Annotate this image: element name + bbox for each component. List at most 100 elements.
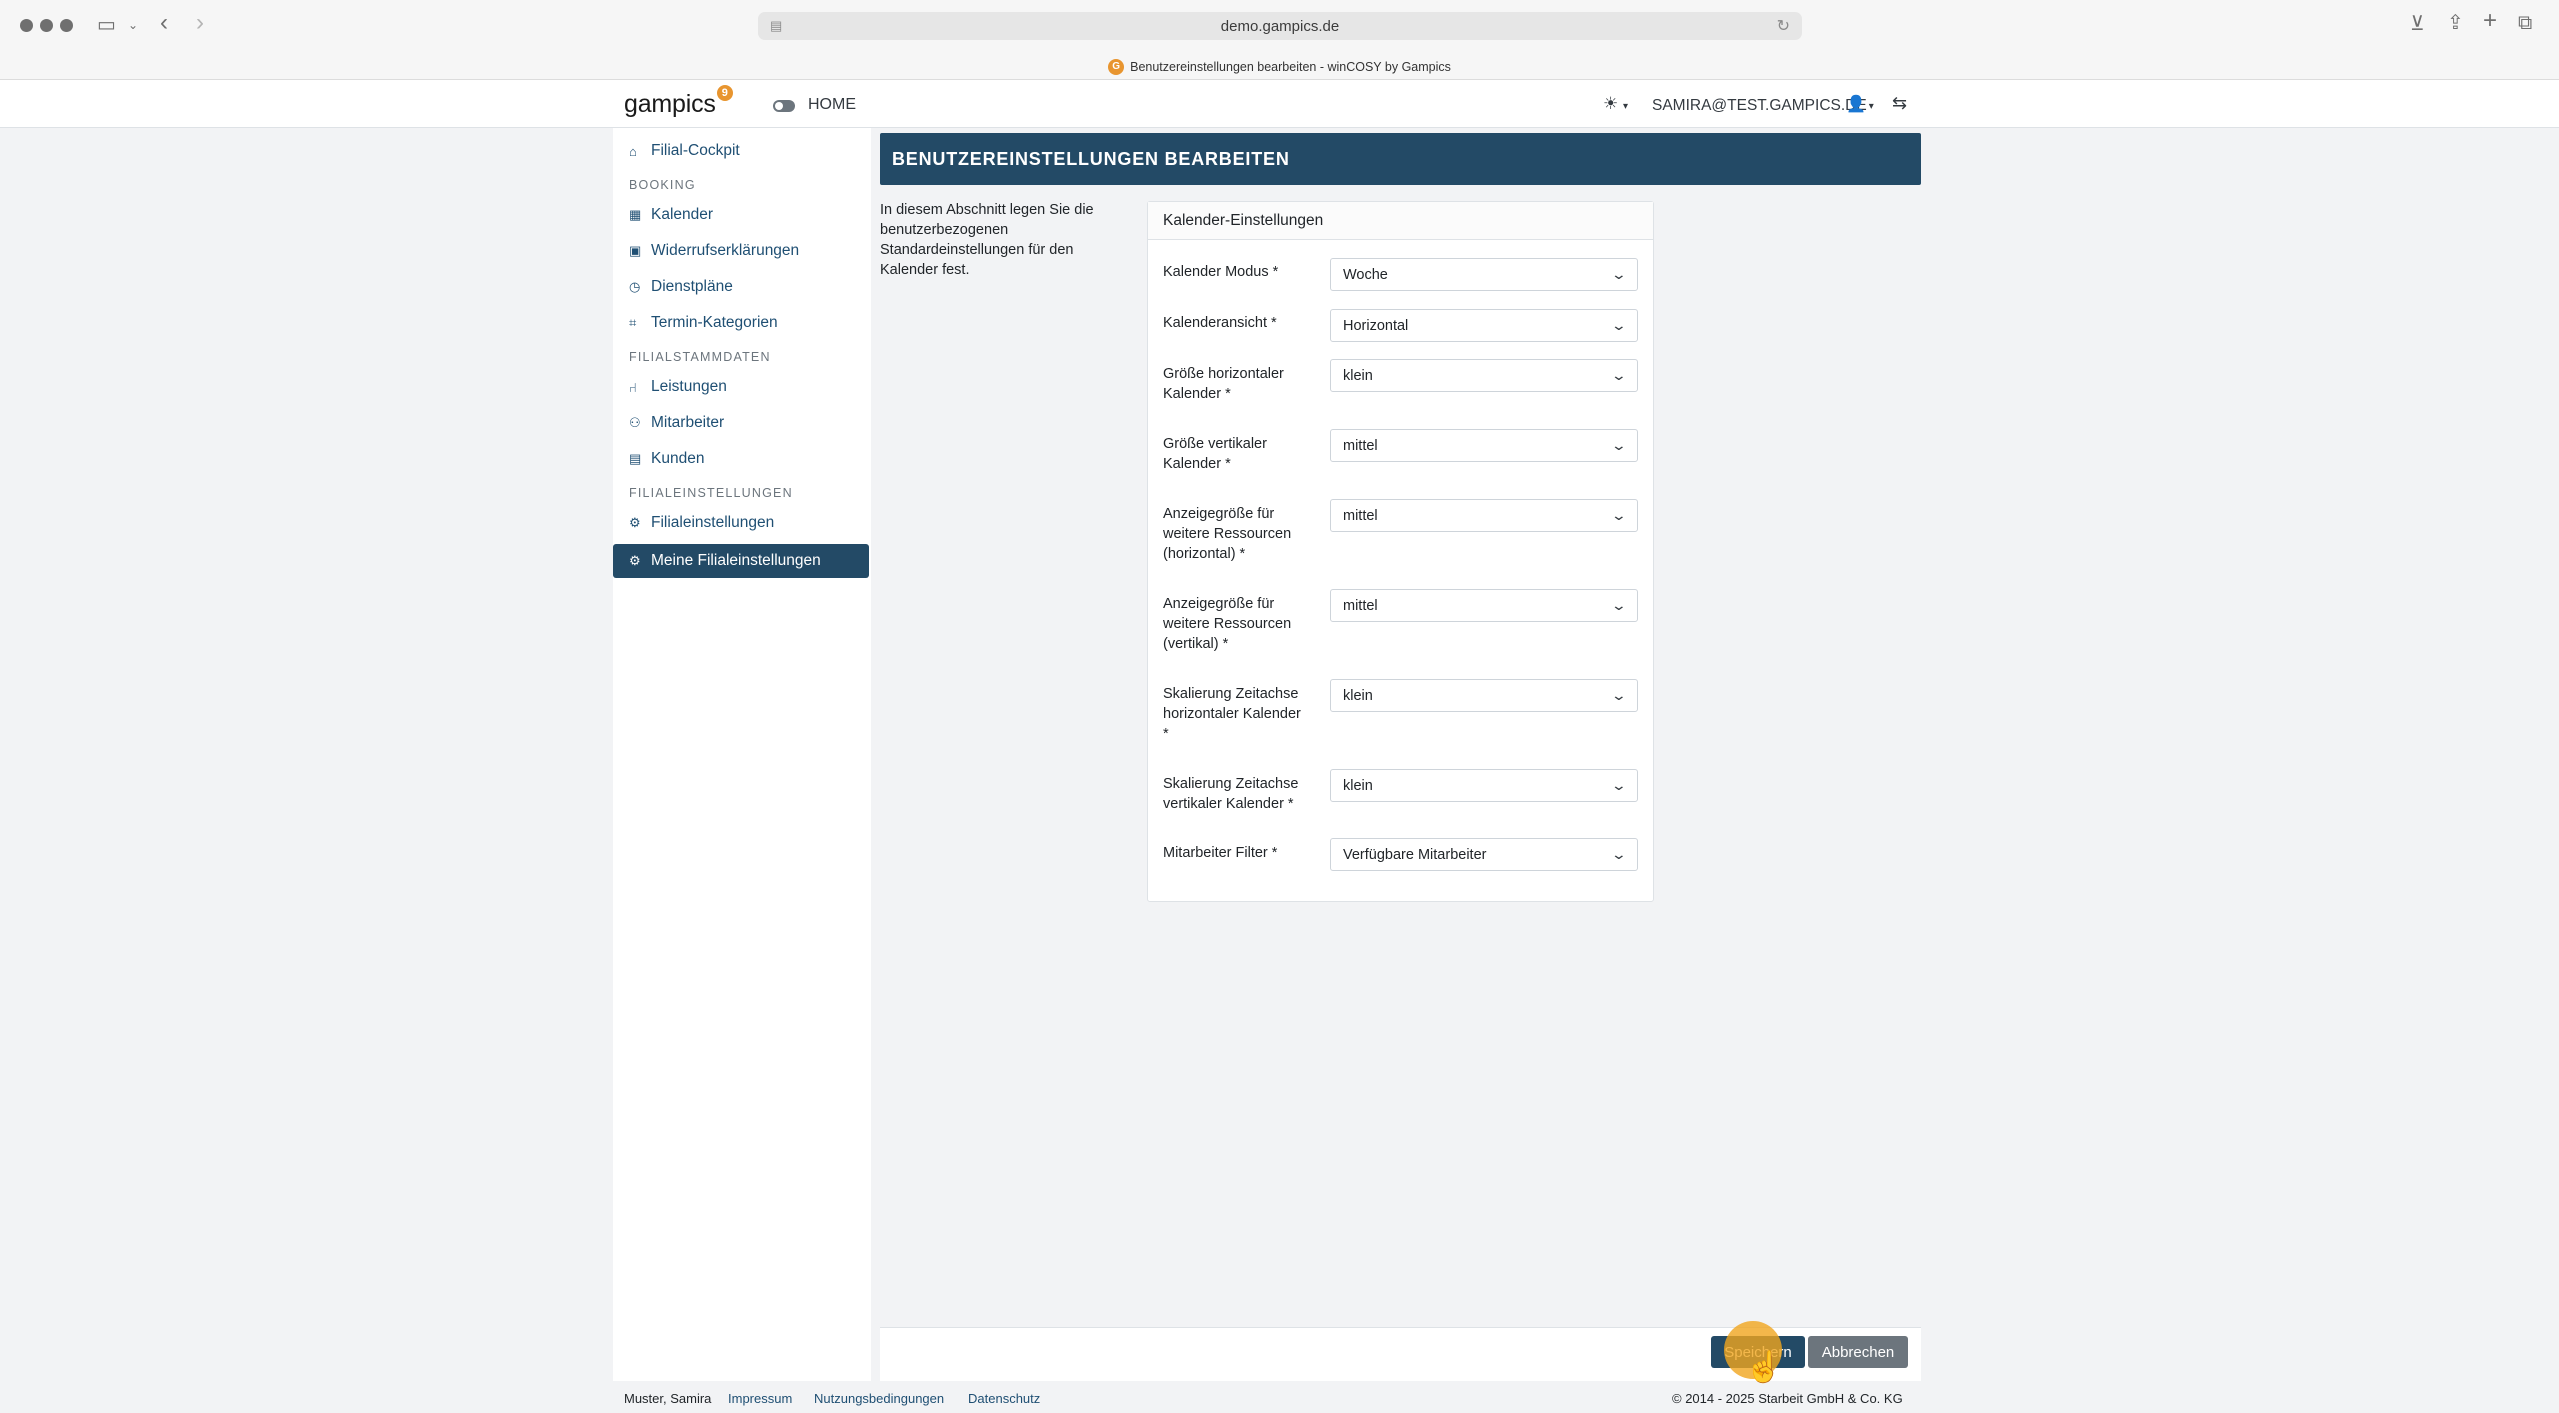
field-label-anzeigegroesse-vertikal: Anzeigegröße für weitere Ressourcen (ver…	[1163, 596, 1292, 652]
sidebar-item-mitarbeiter[interactable]: ⚇ Mitarbeiter	[613, 406, 869, 440]
sidebar-item-label: Widerrufserklärungen	[651, 242, 800, 259]
field-label-mitarbeiter-filter: Mitarbeiter Filter *	[1163, 845, 1278, 861]
maximize-window-dot[interactable]	[60, 19, 73, 32]
sidebar-item-meine-filialeinstellungen[interactable]: ⚙ Meine Filialeinstellungen	[613, 544, 869, 578]
tab-overview-icon[interactable]: ⧉	[2518, 13, 2532, 33]
chevron-down-icon: ⌄	[1610, 597, 1628, 613]
clock-icon: ◷	[629, 279, 641, 294]
chevron-down-icon[interactable]: ⌄	[128, 15, 138, 35]
footer-impressum-link[interactable]: Impressum	[728, 1391, 792, 1406]
window-controls[interactable]	[20, 19, 73, 32]
browser-chrome: ▭ ⌄ ‹ › ▤ demo.gampics.de ↻ ⊻ ⇪ + ⧉ G Be…	[0, 0, 2559, 80]
sidebar-heading-booking: BOOKING	[629, 178, 696, 192]
select-skalierung-horizontal[interactable]: klein ⌄	[1330, 679, 1638, 712]
footer-user: Muster, Samira	[624, 1391, 712, 1406]
browser-tab[interactable]: G Benutzereinstellungen bearbeiten - win…	[0, 54, 2559, 80]
chevron-down-icon: ⌄	[1610, 367, 1628, 383]
field-label-skalierung-vertikal: Skalierung Zeitachse vertikaler Kalender…	[1163, 776, 1299, 812]
footer-copyright: © 2014 - 2025 Starbeit GmbH & Co. KG	[1672, 1391, 1903, 1406]
sidebar-item-label: Meine Filialeinstellungen	[651, 552, 821, 569]
minimize-window-dot[interactable]	[40, 19, 53, 32]
logo-text: gampics	[624, 90, 716, 118]
select-value: Verfügbare Mitarbeiter	[1343, 846, 1487, 863]
chevron-down-icon: ⌄	[1610, 687, 1628, 703]
chevron-down-icon: ⌄	[1610, 507, 1628, 523]
user-gear-icon: ⚙	[629, 553, 641, 568]
field-label-groesse-vertikaler-kalender: Größe vertikaler Kalender *	[1163, 436, 1267, 472]
site-info-icon[interactable]: ▤	[770, 18, 782, 34]
select-groesse-vertikaler-kalender[interactable]: mittel ⌄	[1330, 429, 1638, 462]
chevron-down-icon: ⌄	[1610, 266, 1628, 282]
back-icon[interactable]: ‹	[160, 11, 168, 35]
sidebar-item-label: Filial-Cockpit	[651, 142, 740, 159]
address-bar[interactable]: ▤ demo.gampics.de ↻	[758, 12, 1802, 40]
card-title: Kalender-Einstellungen	[1148, 202, 1653, 240]
chair-icon: ⑁	[629, 379, 637, 395]
select-value: klein	[1343, 777, 1373, 794]
select-value: Horizontal	[1343, 317, 1409, 334]
field-label-skalierung-horizontal: Skalierung Zeitachse horizontaler Kalend…	[1163, 686, 1301, 742]
new-tab-icon[interactable]: +	[2483, 9, 2497, 33]
theme-switcher-icon[interactable]: ☀ ▾	[1603, 94, 1628, 114]
reload-icon[interactable]: ↻	[1777, 16, 1790, 36]
calendar-icon: ▦	[629, 207, 642, 222]
users-icon: ⚇	[629, 415, 641, 430]
sidebar-item-dienstplaene[interactable]: ◷ Dienstpläne	[613, 270, 869, 304]
sidebar-item-kunden[interactable]: ▤ Kunden	[613, 442, 869, 476]
select-kalenderansicht[interactable]: Horizontal ⌄	[1330, 309, 1638, 342]
cancel-button[interactable]: Abbrechen	[1808, 1336, 1908, 1368]
sidebar-item-label: Kalender	[651, 206, 714, 223]
tags-icon: ⌗	[629, 315, 637, 330]
select-anzeigegroesse-horizontal[interactable]: mittel ⌄	[1330, 499, 1638, 532]
share-icon[interactable]: ⇪	[2447, 13, 2464, 33]
calendar-settings-card: Kalender-Einstellungen Kalender Modus * …	[1147, 201, 1654, 902]
select-skalierung-vertikal[interactable]: klein ⌄	[1330, 769, 1638, 802]
footer-datenschutz-link[interactable]: Datenschutz	[968, 1391, 1040, 1406]
field-label-kalender-modus: Kalender Modus *	[1163, 264, 1279, 280]
footer-nutzungsbedingungen-link[interactable]: Nutzungsbedingungen	[814, 1391, 944, 1406]
select-mitarbeiter-filter[interactable]: Verfügbare Mitarbeiter ⌄	[1330, 838, 1638, 871]
sidebar-item-widerrufserklaerungen[interactable]: ▣ Widerrufserklärungen	[613, 234, 869, 268]
sidebar-toggle-icon[interactable]: ▭	[97, 15, 116, 35]
sidebar-item-leistungen[interactable]: ⑁ Leistungen	[613, 370, 869, 404]
sidebar-item-filialeinstellungen[interactable]: ⚙ Filialeinstellungen	[613, 506, 869, 540]
home-link[interactable]: HOME	[808, 96, 856, 114]
chevron-down-icon: ⌄	[1610, 437, 1628, 453]
sidebar-item-filial-cockpit[interactable]: ⌂ Filial-Cockpit	[613, 134, 869, 168]
select-anzeigegroesse-vertikal[interactable]: mittel ⌄	[1330, 589, 1638, 622]
sidebar-item-label: Leistungen	[651, 378, 727, 395]
tab-favicon-icon: G	[1108, 59, 1125, 75]
sidebar: ⌂ Filial-Cockpit BOOKING ▦ Kalender ▣ Wi…	[613, 128, 871, 1381]
chevron-down-icon: ⌄	[1610, 317, 1628, 333]
download-icon[interactable]: ⊻	[2410, 14, 2425, 34]
tab-title: Benutzereinstellungen bearbeiten - winCO…	[1130, 60, 1451, 74]
user-menu-icon[interactable]: 👤 ▾	[1846, 94, 1874, 114]
sidebar-item-label: Filialeinstellungen	[651, 514, 775, 531]
field-label-kalenderansicht: Kalenderansicht *	[1163, 315, 1277, 331]
select-value: klein	[1343, 687, 1373, 704]
forward-icon[interactable]: ›	[196, 11, 204, 35]
sidebar-heading-filialstammdaten: FILIALSTAMMDATEN	[629, 350, 771, 364]
gears-icon: ⚙	[629, 515, 641, 530]
app-header: gampics 9 HOME ☀ ▾ SAMIRA@TEST.GAMPICS.D…	[0, 80, 2559, 128]
page-title: BENUTZEREINSTELLUNGEN BEARBEITEN	[880, 133, 1921, 185]
sidebar-item-label: Termin-Kategorien	[651, 314, 778, 331]
sidebar-item-kalender[interactable]: ▦ Kalender	[613, 198, 869, 232]
chevron-down-icon: ⌄	[1610, 846, 1628, 862]
sidebar-heading-filialeinstellungen: FILIALEINSTELLUNGEN	[629, 486, 793, 500]
select-value: Woche	[1343, 266, 1388, 283]
select-value: mittel	[1343, 507, 1378, 524]
select-value: mittel	[1343, 597, 1378, 614]
sidebar-item-termin-kategorien[interactable]: ⌗ Termin-Kategorien	[613, 306, 869, 340]
calendar-x-icon: ▣	[629, 243, 642, 258]
select-groesse-horizontaler-kalender[interactable]: klein ⌄	[1330, 359, 1638, 392]
select-kalender-modus[interactable]: Woche ⌄	[1330, 258, 1638, 291]
logo[interactable]: gampics 9	[624, 85, 733, 119]
field-label-anzeigegroesse-horizontal: Anzeigegröße für weitere Ressourcen (hor…	[1163, 506, 1292, 562]
switch-branch-icon[interactable]: ⇆	[1892, 93, 1907, 114]
page-footer: Muster, Samira Impressum Nutzungsbedingu…	[0, 1381, 2559, 1413]
sidebar-toggle-switch[interactable]	[773, 100, 795, 112]
close-window-dot[interactable]	[20, 19, 33, 32]
user-email[interactable]: SAMIRA@TEST.GAMPICS.DE	[1652, 97, 1867, 115]
logo-badge: 9	[716, 85, 733, 101]
